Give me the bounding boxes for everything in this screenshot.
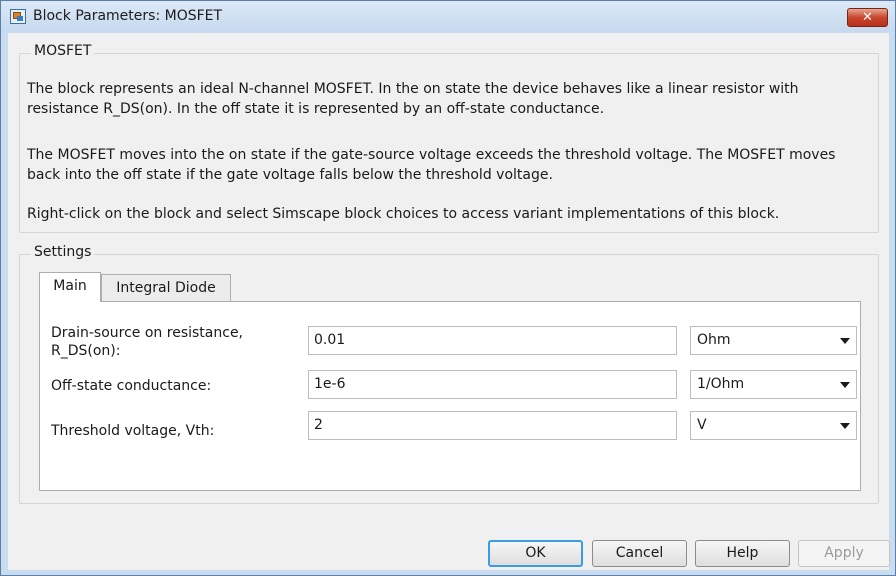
apply-button[interactable]: Apply (798, 540, 890, 567)
window-title: Block Parameters: MOSFET (33, 8, 223, 24)
unit-value: 1/Ohm (697, 376, 745, 392)
drain-source-resistance-input[interactable]: 0.01 (308, 326, 677, 355)
threshold-voltage-unit-select[interactable]: V (690, 411, 857, 440)
off-state-conductance-input[interactable]: 1e-6 (308, 370, 677, 399)
description-paragraph: Right-click on the block and select Sims… (27, 206, 780, 222)
chevron-down-icon (840, 338, 850, 344)
drain-source-resistance-unit-select[interactable]: Ohm (690, 326, 857, 355)
unit-value: Ohm (697, 332, 731, 348)
close-button[interactable]: ✕ (847, 8, 888, 27)
off-state-conductance-label: Off-state conductance: (51, 378, 212, 394)
cancel-button[interactable]: Cancel (592, 540, 687, 567)
settings-group-title: Settings (31, 244, 95, 260)
drain-source-resistance-label: Drain-source on resistance, R_DS(on): (51, 325, 244, 359)
description-paragraph: The MOSFET moves into the on state if th… (27, 147, 836, 183)
description-paragraph: The block represents an ideal N-channel … (27, 81, 799, 117)
simulink-block-icon (10, 9, 26, 24)
tab-integral-diode-label: Integral Diode (116, 280, 216, 296)
dialog-window: Block Parameters: MOSFET ✕ MOSFET The bl… (0, 0, 896, 576)
help-button[interactable]: Help (695, 540, 790, 567)
tab-integral-diode[interactable]: Integral Diode (101, 274, 231, 302)
off-state-conductance-unit-select[interactable]: 1/Ohm (690, 370, 857, 399)
chevron-down-icon (840, 382, 850, 388)
block-group-title: MOSFET (31, 43, 95, 59)
threshold-voltage-label: Threshold voltage, Vth: (51, 423, 215, 439)
chevron-down-icon (840, 423, 850, 429)
unit-value: V (697, 417, 707, 433)
tab-main-label: Main (53, 278, 87, 294)
threshold-voltage-input[interactable]: 2 (308, 411, 677, 440)
close-icon: ✕ (862, 10, 873, 25)
ok-button[interactable]: OK (488, 540, 583, 567)
tab-main[interactable]: Main (39, 272, 101, 302)
title-bar[interactable]: Block Parameters: MOSFET ✕ (1, 1, 895, 32)
